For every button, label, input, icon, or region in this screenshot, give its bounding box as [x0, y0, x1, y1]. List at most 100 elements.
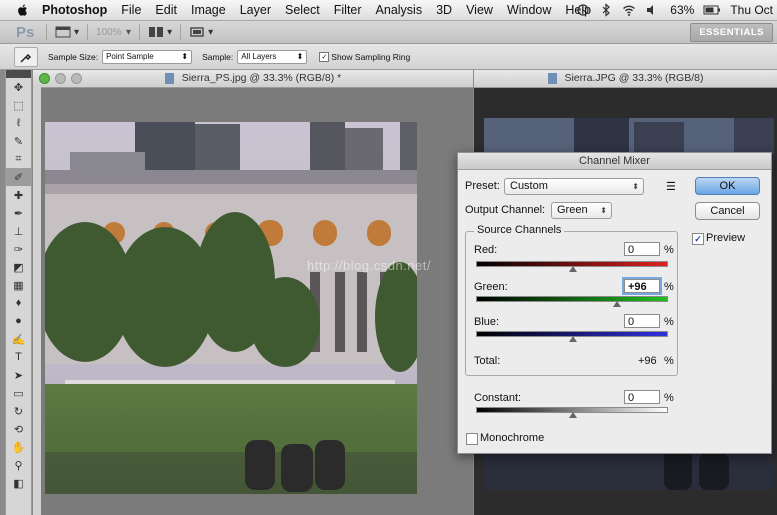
panel-grip[interactable] — [6, 70, 31, 78]
time-machine-icon[interactable] — [576, 3, 590, 17]
preview-checkbox[interactable]: ✓ — [692, 233, 704, 245]
output-channel-select[interactable]: Green ⬍ — [551, 202, 612, 219]
menu-3d[interactable]: 3D — [429, 3, 459, 17]
sample-size-select[interactable]: Point Sample ⬍ — [102, 49, 193, 64]
green-label: Green: — [474, 281, 508, 293]
clone-stamp-tool[interactable]: ⊥ — [6, 222, 31, 240]
menu-view[interactable]: View — [459, 3, 500, 17]
move-tool[interactable]: ✥ — [6, 78, 31, 96]
eyedropper-tool[interactable]: ✐ — [6, 168, 31, 186]
arrange-icon — [149, 27, 164, 37]
3d-orbit-tool[interactable]: ⟲ — [6, 420, 31, 438]
percent-sign: % — [664, 244, 674, 256]
cancel-button[interactable]: Cancel — [695, 202, 760, 220]
launch-bridge-button[interactable]: ▾ — [55, 26, 79, 38]
quick-selection-icon: ✎ — [13, 135, 24, 148]
apple-icon[interactable] — [16, 3, 30, 17]
color-swatches[interactable]: ◧ — [6, 474, 31, 492]
minimize-window-button[interactable] — [55, 73, 66, 84]
menu-image[interactable]: Image — [184, 3, 233, 17]
screen-mode-icon — [190, 27, 204, 37]
hand-tool[interactable]: ✋ — [6, 438, 31, 456]
show-sampling-ring-option[interactable]: ✓ Show Sampling Ring — [319, 51, 410, 62]
arrange-documents-button[interactable]: ▾ — [148, 26, 172, 38]
move-icon: ✥ — [13, 81, 24, 94]
blur-tool[interactable]: ♦ — [6, 294, 31, 312]
dodge-tool[interactable]: ● — [6, 312, 31, 330]
document-title-bar[interactable]: Sierra_PS.jpg @ 33.3% (RGB/8) * — [33, 70, 473, 88]
gradient-tool[interactable]: ▦ — [6, 276, 31, 294]
brush-tool[interactable]: ✒ — [6, 204, 31, 222]
select-arrows-icon: ⬍ — [181, 52, 189, 61]
menu-select[interactable]: Select — [278, 3, 327, 17]
document-title: Sierra.JPG @ 33.3% (RGB/8) — [564, 72, 704, 84]
select-arrows-icon: ⬍ — [296, 52, 304, 61]
application-bar: Ps ▾ 100% ▾ ▾ ▾ ESSENTIALS — [0, 21, 777, 44]
3d-rotate-tool[interactable]: ↻ — [6, 402, 31, 420]
menu-filter[interactable]: Filter — [327, 3, 369, 17]
preset-select[interactable]: Custom ⬍ — [504, 178, 644, 195]
eraser-tool[interactable]: ◩ — [6, 258, 31, 276]
history-brush-tool[interactable]: ✑ — [6, 240, 31, 258]
green-slider[interactable] — [476, 296, 668, 302]
shape-tool[interactable]: ▭ — [6, 384, 31, 402]
menu-app[interactable]: Photoshop — [40, 3, 114, 17]
lasso-tool[interactable]: ℓ — [6, 114, 31, 132]
percent-sign: % — [664, 281, 674, 293]
document-file-icon — [547, 72, 557, 84]
close-window-button[interactable] — [39, 73, 50, 84]
channel-mixer-dialog: Channel Mixer Preset: Custom ⬍ ☰ Output … — [457, 152, 772, 454]
source-channels-title: Source Channels — [474, 224, 565, 236]
menu-file[interactable]: File — [114, 3, 148, 17]
wifi-icon[interactable] — [622, 3, 636, 17]
chevron-down-icon: ▾ — [208, 26, 214, 38]
red-value-input[interactable]: 0 — [624, 242, 660, 256]
preset-options-icon[interactable]: ☰ — [666, 180, 676, 193]
quick-selection-tool[interactable]: ✎ — [6, 132, 31, 150]
select-arrows-icon: ⬍ — [632, 182, 639, 191]
monochrome-label: Monochrome — [480, 432, 545, 444]
options-bar: Sample Size: Point Sample ⬍ Sample: All … — [0, 44, 777, 70]
zoom-tool[interactable]: ⚲ — [6, 456, 31, 474]
workspace-switcher[interactable]: ESSENTIALS — [690, 23, 773, 42]
tool-preset-picker[interactable] — [14, 46, 38, 67]
sample-select[interactable]: All Layers ⬍ — [237, 49, 308, 64]
menu-analysis[interactable]: Analysis — [369, 3, 430, 17]
photo-canvas[interactable] — [45, 122, 417, 494]
ok-button[interactable]: OK — [695, 177, 760, 195]
green-value-input[interactable]: +96 — [622, 277, 662, 295]
swatches-icon: ◧ — [13, 477, 24, 490]
blue-value-input[interactable]: 0 — [624, 314, 660, 328]
screen-mode-button[interactable]: ▾ — [189, 26, 213, 38]
dialog-title[interactable]: Channel Mixer — [458, 153, 771, 170]
monochrome-checkbox[interactable] — [466, 433, 478, 445]
dodge-icon: ● — [15, 315, 22, 327]
menu-window[interactable]: Window — [500, 3, 558, 17]
eyedropper-icon: ✐ — [13, 171, 24, 184]
green-slider-thumb[interactable] — [613, 301, 621, 307]
constant-value-input[interactable]: 0 — [624, 390, 660, 404]
type-tool[interactable]: T — [6, 348, 31, 366]
show-sampling-ring-checkbox[interactable]: ✓ — [319, 51, 330, 62]
zoom-level[interactable]: 100% — [96, 27, 126, 38]
red-slider-thumb[interactable] — [569, 266, 577, 272]
battery-icon[interactable] — [703, 3, 721, 17]
menu-clock[interactable]: Thu Oct — [730, 3, 777, 17]
bluetooth-icon[interactable] — [599, 3, 613, 17]
pen-tool[interactable]: ✍ — [6, 330, 31, 348]
healing-brush-tool[interactable]: ✚ — [6, 186, 31, 204]
vertical-scrollbar[interactable] — [33, 87, 41, 515]
bridge-icon — [55, 26, 71, 38]
constant-slider-thumb[interactable] — [569, 412, 577, 418]
volume-icon[interactable] — [645, 3, 659, 17]
document-title-bar[interactable]: Sierra.JPG @ 33.3% (RGB/8) — [474, 70, 777, 88]
crop-tool[interactable]: ⌗ — [6, 150, 31, 168]
percent-sign: % — [664, 355, 674, 367]
menu-layer[interactable]: Layer — [233, 3, 278, 17]
path-selection-tool[interactable]: ➤ — [6, 366, 31, 384]
marquee-tool[interactable]: ⬚ — [6, 96, 31, 114]
zoom-window-button[interactable] — [71, 73, 82, 84]
blue-slider-thumb[interactable] — [569, 336, 577, 342]
marquee-icon: ⬚ — [13, 99, 24, 112]
menu-edit[interactable]: Edit — [148, 3, 184, 17]
